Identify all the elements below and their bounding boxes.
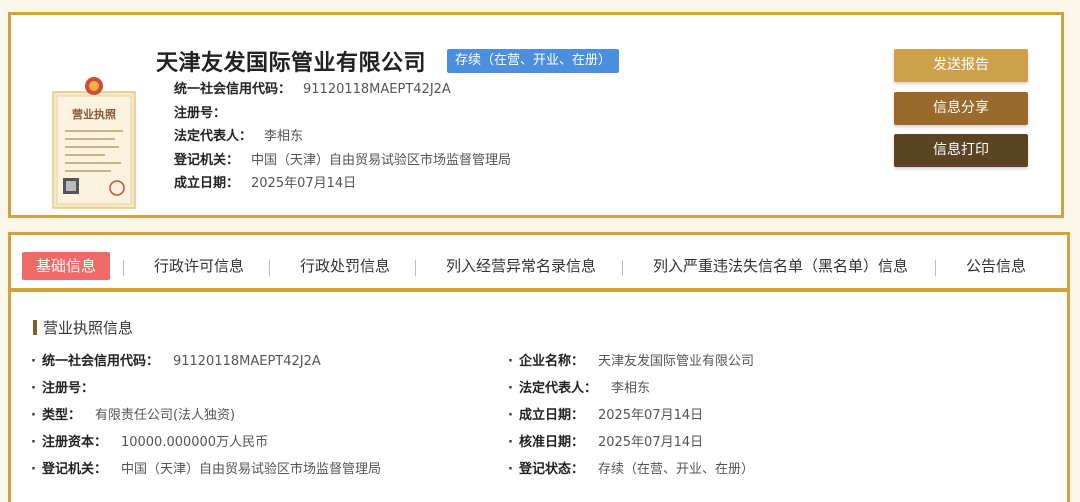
credit-code-row: 统一社会信用代码： 91120118MAEPT42J2A bbox=[174, 78, 451, 97]
tab-divider bbox=[622, 260, 623, 276]
right-label: 登记状态： bbox=[518, 462, 584, 477]
right-value: 2025年07月14日 bbox=[597, 408, 704, 423]
left-label: 注册号： bbox=[41, 381, 94, 396]
reg-number-row: 注册号： bbox=[174, 102, 238, 121]
credit-code-label: 统一社会信用代码： bbox=[174, 82, 292, 97]
founded-date-label: 成立日期： bbox=[174, 176, 240, 191]
right-row-approved: · 核准日期： 2025年07月14日 bbox=[508, 431, 703, 450]
section-title: 营业执照信息 bbox=[33, 317, 133, 338]
right-label: 企业名称： bbox=[518, 354, 584, 369]
right-label: 成立日期： bbox=[518, 408, 584, 423]
print-info-button[interactable]: 信息打印 bbox=[894, 134, 1028, 167]
tab-bar: 基础信息 行政许可信息 行政处罚信息 列入经营异常名录信息 列入严重违法失信名单… bbox=[11, 235, 1067, 291]
tab-divider bbox=[123, 260, 124, 276]
right-value: 存续（在营、开业、在册） bbox=[597, 462, 754, 477]
business-license-image[interactable]: 营业执照 bbox=[51, 70, 137, 210]
details-card: 基础信息 行政许可信息 行政处罚信息 列入经营异常名录信息 列入严重违法失信名单… bbox=[8, 232, 1070, 502]
bullet: · bbox=[508, 354, 513, 369]
credit-code-value: 91120118MAEPT42J2A bbox=[303, 82, 451, 97]
right-value: 李相东 bbox=[610, 381, 650, 396]
founded-date-value: 2025年07月14日 bbox=[251, 176, 357, 191]
bullet: · bbox=[31, 408, 36, 423]
bullet: · bbox=[508, 435, 513, 450]
right-row-company-name: · 企业名称： 天津友发国际管业有限公司 bbox=[508, 350, 754, 369]
right-label: 核准日期： bbox=[518, 435, 584, 450]
legal-rep-value: 李相东 bbox=[264, 129, 304, 144]
reg-authority-label: 登记机关： bbox=[174, 153, 240, 168]
founded-date-row: 成立日期： 2025年07月14日 bbox=[174, 172, 356, 191]
left-label: 注册资本： bbox=[41, 435, 107, 450]
send-report-button[interactable]: 发送报告 bbox=[894, 49, 1028, 82]
bullet: · bbox=[508, 381, 513, 396]
license-title: 营业执照 bbox=[72, 107, 116, 121]
company-name: 天津友发国际管业有限公司 bbox=[156, 51, 427, 76]
left-row-authority: · 登记机关： 中国（天津）自由贸易试验区市场监督管理局 bbox=[31, 458, 381, 477]
share-info-button[interactable]: 信息分享 bbox=[894, 92, 1028, 125]
bullet: · bbox=[31, 381, 36, 396]
company-summary-card: 营业执照 天津友发国际管业有限公司 存续（在营、开业、在册） 统一社会信用代码：… bbox=[8, 12, 1064, 218]
tab-underline bbox=[11, 288, 1067, 292]
bullet: · bbox=[31, 462, 36, 477]
right-label: 法定代表人： bbox=[518, 381, 597, 396]
section-marker bbox=[33, 320, 37, 335]
left-row-capital: · 注册资本： 10000.000000万人民币 bbox=[31, 431, 268, 450]
left-value: 中国（天津）自由贸易试验区市场监督管理局 bbox=[120, 462, 381, 477]
left-value: 有限责任公司(法人独资) bbox=[94, 408, 236, 423]
tab-basic-info[interactable]: 基础信息 bbox=[22, 252, 111, 280]
tab-blacklist[interactable]: 列入严重违法失信名单（黑名单）信息 bbox=[653, 252, 908, 280]
left-label: 统一社会信用代码： bbox=[41, 354, 159, 369]
tab-admin-penalty[interactable]: 行政处罚信息 bbox=[300, 252, 390, 280]
reg-number-label: 注册号： bbox=[174, 106, 227, 121]
right-value: 天津友发国际管业有限公司 bbox=[597, 354, 754, 369]
tab-announcements[interactable]: 公告信息 bbox=[966, 252, 1026, 280]
right-row-legal-rep: · 法定代表人： 李相东 bbox=[508, 377, 650, 396]
bullet: · bbox=[508, 462, 513, 477]
tab-divider bbox=[935, 260, 936, 276]
right-row-status: · 登记状态： 存续（在营、开业、在册） bbox=[508, 458, 754, 477]
right-value: 2025年07月14日 bbox=[597, 435, 704, 450]
reg-authority-row: 登记机关： 中国（天津）自由贸易试验区市场监督管理局 bbox=[174, 149, 511, 168]
reg-authority-value: 中国（天津）自由贸易试验区市场监督管理局 bbox=[251, 153, 512, 168]
section-title-text: 营业执照信息 bbox=[43, 319, 134, 337]
tab-divider bbox=[269, 260, 270, 276]
bullet: · bbox=[31, 354, 36, 369]
legal-rep-label: 法定代表人： bbox=[174, 129, 253, 144]
left-row-type: · 类型： 有限责任公司(法人独资) bbox=[31, 404, 235, 423]
left-row-reg-number: · 注册号： bbox=[31, 377, 108, 396]
left-value: 91120118MAEPT42J2A bbox=[172, 354, 321, 369]
left-value: 10000.000000万人民币 bbox=[120, 435, 269, 450]
legal-rep-row: 法定代表人： 李相东 bbox=[174, 125, 303, 144]
left-label: 登记机关： bbox=[41, 462, 107, 477]
tab-divider bbox=[415, 260, 416, 276]
right-row-founded: · 成立日期： 2025年07月14日 bbox=[508, 404, 703, 423]
status-badge: 存续（在营、开业、在册） bbox=[447, 49, 620, 73]
tab-admin-license[interactable]: 行政许可信息 bbox=[154, 252, 244, 280]
bullet: · bbox=[31, 435, 36, 450]
left-row-credit-code: · 统一社会信用代码： 91120118MAEPT42J2A bbox=[31, 350, 321, 369]
tab-abnormal-operations[interactable]: 列入经营异常名录信息 bbox=[446, 252, 596, 280]
bullet: · bbox=[508, 408, 513, 423]
left-label: 类型： bbox=[41, 408, 81, 423]
